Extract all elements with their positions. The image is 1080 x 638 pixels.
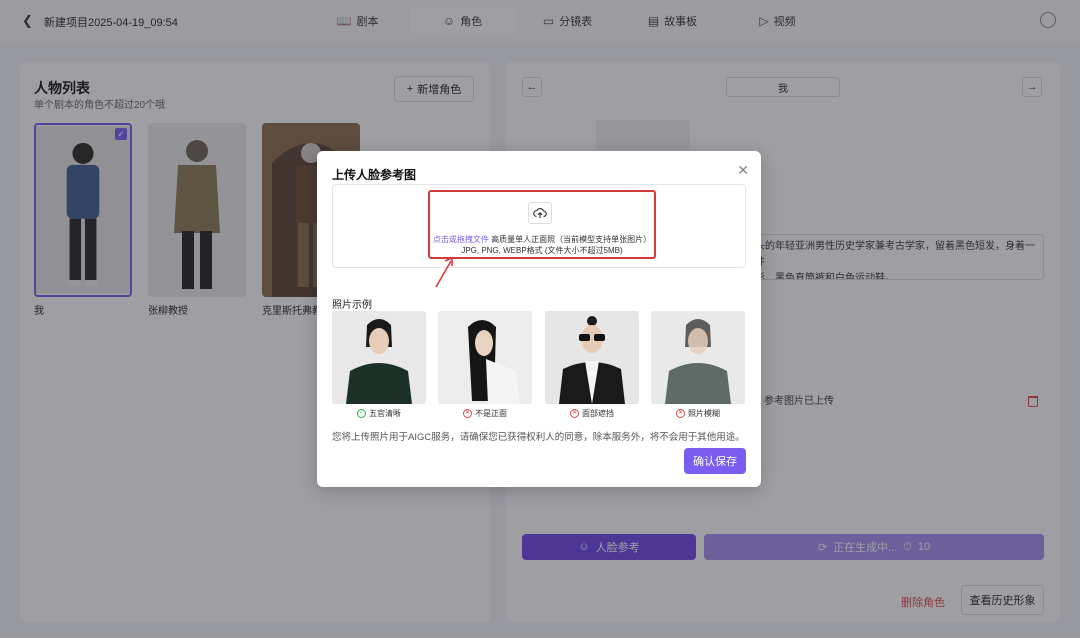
close-icon[interactable]: ✕ bbox=[737, 162, 749, 179]
sample-photo-occluded bbox=[545, 311, 639, 404]
caption-text: 照片模糊 bbox=[688, 409, 720, 418]
highlight-box: 点击或拖拽文件 高质量单人正面照（当前模型支持单张图片） JPG, PNG, W… bbox=[428, 190, 656, 259]
modal-title: 上传人脸参考图 bbox=[332, 168, 417, 182]
sample-caption-clear: ✓ 五官清晰 bbox=[332, 408, 426, 419]
x-circle-icon: ✕ bbox=[570, 409, 579, 418]
upload-face-modal: 上传人脸参考图 ✕ 点击或拖拽文件 高质量单人正面照（当前模型支持单张图片） J… bbox=[317, 151, 761, 487]
check-circle-icon: ✓ bbox=[357, 409, 366, 418]
caption-text: 面部遮挡 bbox=[582, 409, 614, 418]
x-circle-icon: ✕ bbox=[676, 409, 685, 418]
upload-link[interactable]: 点击或拖拽文件 bbox=[433, 235, 489, 244]
annotation-arrow-icon bbox=[435, 256, 453, 288]
confirm-save-button[interactable]: 确认保存 bbox=[684, 448, 746, 474]
caption-text: 不是正面 bbox=[475, 409, 507, 418]
sample-photo-clear bbox=[332, 311, 426, 404]
x-circle-icon: ✕ bbox=[463, 409, 472, 418]
consent-notice: 您将上传照片用于AIGC服务，请确保您已获得权利人的同意，除本服务外，将不会用于… bbox=[332, 432, 745, 443]
sample-caption-blurry: ✕ 照片模糊 bbox=[651, 408, 745, 419]
sample-caption-not-frontal: ✕ 不是正面 bbox=[438, 408, 532, 419]
sample-photo-blurry bbox=[651, 311, 745, 404]
upload-hint: 高质量单人正面照（当前模型支持单张图片） bbox=[491, 235, 652, 244]
upload-instructions: 点击或拖拽文件 高质量单人正面照（当前模型支持单张图片） bbox=[430, 234, 654, 245]
upload-cloud-icon[interactable] bbox=[528, 202, 552, 224]
upload-dropzone[interactable]: 点击或拖拽文件 高质量单人正面照（当前模型支持单张图片） JPG, PNG, W… bbox=[332, 184, 746, 268]
upload-formats: JPG, PNG, WEBP格式 (文件大小不超过5MB) bbox=[461, 246, 623, 255]
caption-text: 五官清晰 bbox=[369, 409, 401, 418]
sample-photo-not-frontal bbox=[438, 311, 532, 404]
sample-section-label: 照片示例 bbox=[332, 300, 372, 311]
sample-caption-occluded: ✕ 面部遮挡 bbox=[545, 408, 639, 419]
